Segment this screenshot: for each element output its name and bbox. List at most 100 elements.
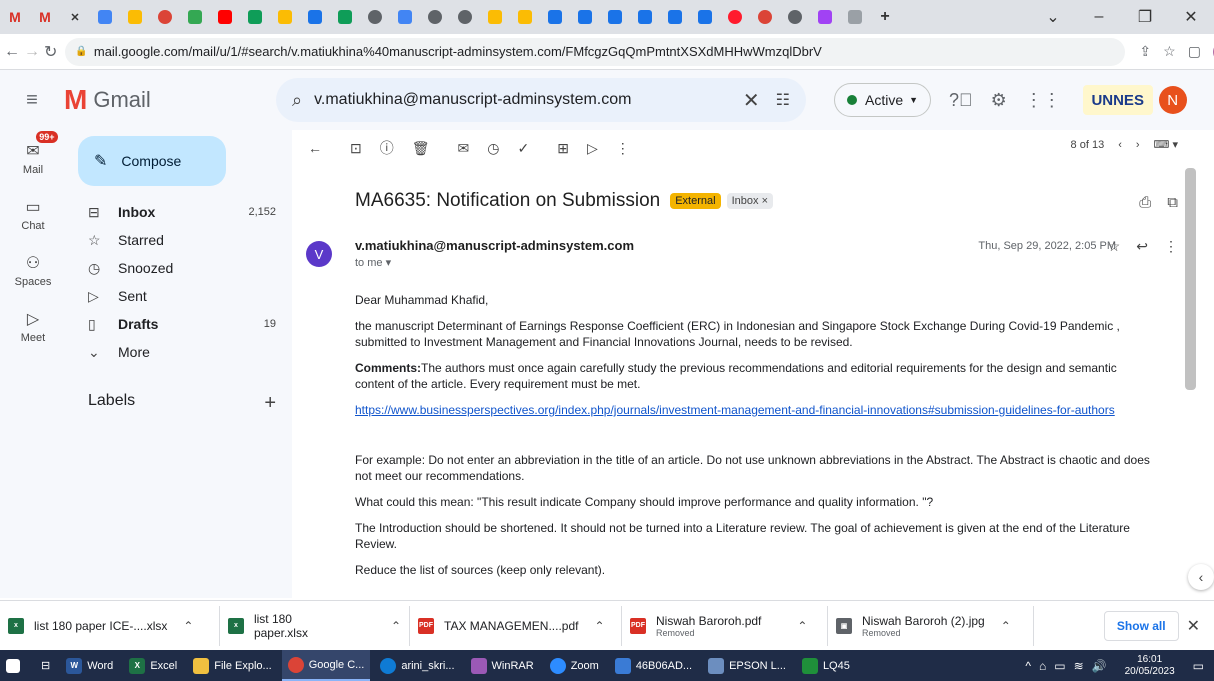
taskbar-item-lq45[interactable]: LQ45 (796, 650, 856, 681)
status-dropdown[interactable]: Active ▼ (834, 83, 932, 117)
search-options-icon[interactable]: ☷ (776, 90, 790, 110)
restore-icon[interactable]: ❐ (1122, 7, 1168, 27)
search-icon[interactable]: ⌕ (292, 90, 302, 111)
apps-grid-icon[interactable]: ⋮⋮ (1025, 90, 1061, 111)
recipient-details[interactable]: to me ▾ (355, 256, 391, 269)
delete-icon[interactable]: 🗑 (412, 140, 430, 157)
caret-up-icon[interactable]: ⌃ (1001, 619, 1011, 633)
reply-icon[interactable]: ↩ (1136, 238, 1148, 255)
input-tools-icon[interactable]: ⌨ ▾ (1154, 138, 1178, 151)
sidebar-item-inbox[interactable]: ⊟ Inbox 2,152 (66, 198, 276, 226)
tab-doc-2[interactable] (573, 6, 597, 28)
sidebar-item-starred[interactable]: ☆ Starred (66, 226, 276, 254)
guidelines-link[interactable]: https://www.businessperspectives.org/ind… (355, 403, 1115, 417)
taskbar-item-excel[interactable]: X Excel (123, 650, 183, 681)
label-icon[interactable]: ▷ (587, 140, 598, 157)
older-icon[interactable]: › (1136, 139, 1140, 151)
bookmark-star-icon[interactable]: ☆ (1163, 43, 1176, 60)
main-menu-icon[interactable]: ≡ (0, 89, 64, 112)
mark-unread-icon[interactable]: ✉ (458, 140, 470, 157)
search-bar[interactable]: ⌕ v.matiukhina@manuscript-adminsystem.co… (276, 78, 806, 122)
tab-doc-6[interactable] (693, 6, 717, 28)
forward-icon[interactable]: → (24, 43, 40, 61)
compose-button[interactable]: ✎ Compose (78, 136, 226, 186)
tab-forms[interactable] (303, 6, 327, 28)
show-hidden-icons[interactable]: ^ (1025, 659, 1031, 673)
taskbar-item-chrome[interactable]: Google C... (281, 650, 371, 681)
minimize-icon[interactable]: – (1076, 8, 1122, 26)
inbox-label-chip[interactable]: Inbox × (726, 193, 773, 209)
tab-chrome[interactable] (153, 6, 177, 28)
search-input[interactable]: v.matiukhina@manuscript-adminsystem.com (314, 91, 743, 109)
start-button[interactable] (0, 650, 31, 681)
back-icon[interactable]: ← (4, 43, 20, 61)
show-all-button[interactable]: Show all (1103, 610, 1179, 641)
download-item[interactable]: PDF Niswah Baroroh.pdf Removed ⌃ (622, 605, 828, 646)
volume-icon[interactable]: 🔊 (1092, 659, 1107, 673)
share-icon[interactable]: ⇪ (1139, 43, 1151, 60)
more-actions-icon[interactable]: ⋮ (1164, 238, 1178, 255)
caret-up-icon[interactable]: ⌃ (183, 619, 193, 633)
tab-site-5[interactable] (483, 6, 507, 28)
tab-keep[interactable] (123, 6, 147, 28)
task-view-button[interactable]: ⊟ (35, 650, 56, 681)
help-icon[interactable]: ?⃝ (949, 90, 973, 111)
taskbar-item-epson[interactable]: EPSON L... (702, 650, 792, 681)
window-close-icon[interactable]: ✕ (1168, 7, 1214, 27)
account-avatar[interactable]: N (1158, 86, 1187, 114)
sidebar-item-more[interactable]: ⌄ More (66, 338, 276, 366)
tab-app[interactable] (243, 6, 267, 28)
network-icon[interactable]: ⌂ (1039, 659, 1046, 673)
add-task-icon[interactable]: ✓ (517, 140, 529, 157)
gmail-tab-icon-active[interactable]: M (33, 6, 57, 28)
tab-site-10[interactable] (843, 6, 867, 28)
tab-site-9[interactable] (813, 6, 837, 28)
message-scrollbar[interactable] (1185, 168, 1196, 390)
rail-meet[interactable]: ▷ Meet (0, 298, 66, 354)
archive-icon[interactable]: ⊡ (350, 140, 362, 157)
caret-up-icon[interactable]: ⌃ (391, 619, 401, 633)
star-icon[interactable]: ☆ (1108, 238, 1121, 255)
tab-google[interactable] (183, 6, 207, 28)
clear-search-icon[interactable]: ✕ (743, 88, 760, 113)
tab-site-3[interactable] (423, 6, 447, 28)
tab-site-1[interactable] (363, 6, 387, 28)
sidebar-item-sent[interactable]: ▷ Sent (66, 282, 276, 310)
download-item[interactable]: x list 180 paper ICE-....xlsx ⌃ (0, 605, 220, 646)
more-options-icon[interactable]: ⋮ (616, 140, 630, 157)
wifi-icon[interactable]: ≋ (1074, 659, 1084, 673)
close-tab-icon[interactable]: ✕ (63, 6, 87, 28)
download-item[interactable]: ▣ Niswah Baroroh (2).jpg Removed ⌃ (828, 605, 1034, 646)
tab-doc-3[interactable] (603, 6, 627, 28)
sidebar-item-drafts[interactable]: ▯ Drafts 19 (66, 310, 276, 338)
taskbar-item-file-explorer[interactable]: File Explo... (187, 650, 277, 681)
close-downloads-icon[interactable]: ✕ (1187, 616, 1200, 636)
add-label-icon[interactable]: + (264, 392, 276, 415)
taskbar-item-word[interactable]: W Word (60, 650, 119, 681)
tab-drive[interactable] (273, 6, 297, 28)
tab-opera[interactable] (723, 6, 747, 28)
tab-site-6[interactable] (513, 6, 537, 28)
report-spam-icon[interactable]: ⓘ (380, 138, 394, 158)
taskbar-item-zoom[interactable]: Zoom (544, 650, 605, 681)
caret-up-icon[interactable]: ⌃ (594, 619, 604, 633)
tab-site-8[interactable] (783, 6, 807, 28)
sender-email[interactable]: v.matiukhina@manuscript-adminsystem.com (355, 238, 634, 253)
taskbar-item-winrar[interactable]: WinRAR (465, 650, 540, 681)
open-new-window-icon[interactable]: ⧉ (1167, 194, 1178, 211)
url-field[interactable]: 🔒 mail.google.com/mail/u/1/#search/v.mat… (65, 37, 1126, 66)
download-item[interactable]: PDF TAX MANAGEMEN....pdf ⌃ (410, 605, 622, 646)
rail-chat[interactable]: ▭ Chat (0, 186, 66, 242)
gmail-tab-icon[interactable]: M (3, 6, 27, 28)
lock-icon[interactable]: 🔒 (75, 46, 87, 57)
snooze-icon[interactable]: ◷ (487, 140, 499, 157)
newer-icon[interactable]: ‹ (1118, 139, 1122, 151)
tab-site-4[interactable] (453, 6, 477, 28)
tab-docs[interactable] (93, 6, 117, 28)
new-tab-button[interactable]: + (873, 6, 897, 28)
tab-doc-5[interactable] (663, 6, 687, 28)
settings-gear-icon[interactable]: ⚙ (991, 90, 1007, 111)
rail-mail[interactable]: ✉ 99+ Mail (0, 130, 66, 186)
gmail-logo[interactable]: M Gmail (64, 84, 276, 116)
taskbar-item-photo[interactable]: 46B06AD... (609, 650, 698, 681)
